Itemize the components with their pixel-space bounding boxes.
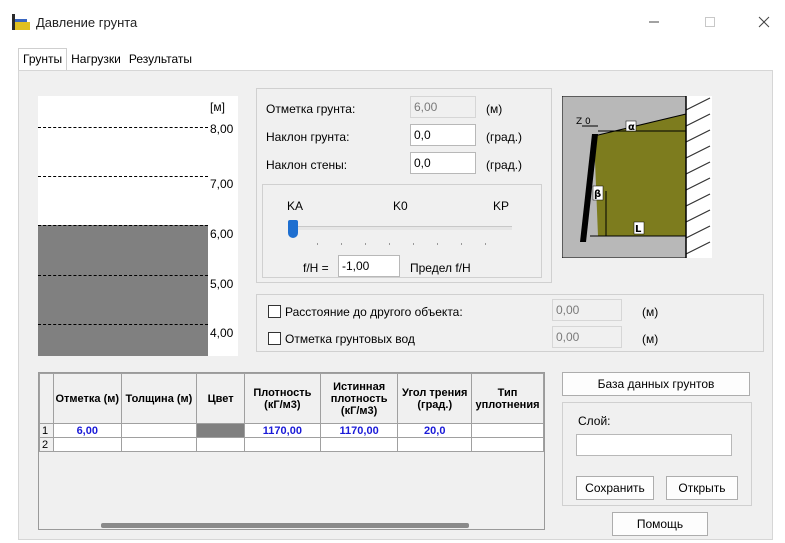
slider-tick [413, 243, 414, 245]
ground-slope-unit: (град.) [486, 130, 523, 144]
fh-label: f/H = [303, 261, 329, 275]
cell-friction[interactable] [397, 437, 473, 452]
ka-label: KA [287, 199, 304, 213]
open-button[interactable]: Открыть [666, 476, 738, 500]
kp-label: KP [493, 199, 510, 213]
level-line-4 [38, 324, 208, 325]
groundwater-unit: (м) [642, 332, 659, 346]
cell-density[interactable] [243, 437, 321, 452]
cell-friction[interactable]: 20,0 [397, 423, 473, 438]
window-title: Давление грунта [36, 15, 138, 30]
scale-label-7: 7,00 [210, 177, 234, 191]
distance-unit: (м) [642, 305, 659, 319]
row-number: 1 [39, 423, 54, 438]
wall-slope-field[interactable]: 0,0 [410, 152, 476, 174]
tab-soils[interactable]: Грунты [18, 48, 68, 70]
cell-true-density[interactable]: 1170,00 [319, 423, 399, 438]
layer-label: Слой: [578, 414, 611, 428]
ground-mark-label: Отметка грунта: [266, 102, 356, 116]
cell-true-density[interactable] [319, 437, 399, 452]
maximize-button[interactable] [698, 10, 722, 34]
slider-tick [365, 243, 366, 245]
scale-unit: [м] [210, 100, 225, 114]
table-row[interactable]: 2 [39, 437, 544, 452]
title-bar: Давление грунта [0, 0, 785, 44]
cell-compaction[interactable] [471, 437, 544, 452]
minimize-button[interactable] [642, 10, 666, 34]
tab-bar: Грунты Нагрузки Результаты [18, 48, 196, 70]
horizontal-scrollbar[interactable] [101, 523, 469, 528]
tab-results[interactable]: Результаты [125, 50, 196, 70]
scale-label-6: 6,00 [210, 227, 234, 241]
coefficient-slider-thumb[interactable] [288, 220, 298, 238]
level-line-8 [38, 127, 208, 128]
slider-tick [389, 243, 390, 245]
soil-section-chart: [м] 8,00 7,00 6,00 5,00 4,00 [38, 96, 238, 356]
close-icon [758, 16, 770, 28]
slider-tick [317, 243, 318, 245]
tab-loads[interactable]: Нагрузки [67, 50, 125, 70]
wall-slope-label: Наклон стены: [266, 158, 348, 172]
slider-tick [461, 243, 462, 245]
cell-compaction[interactable] [471, 423, 544, 438]
col-header-compaction[interactable]: Тип уплотнения [471, 373, 544, 424]
level-line-7 [38, 176, 208, 177]
ground-slope-field[interactable]: 0,0 [410, 124, 476, 146]
level-line-6 [38, 225, 208, 226]
cell-mark[interactable] [52, 437, 122, 452]
fh-limit-label: Предел f/H [410, 261, 471, 275]
cell-mark[interactable]: 6,00 [52, 423, 122, 438]
ground-mark-unit: (м) [486, 102, 503, 116]
slider-tick [341, 243, 342, 245]
slider-tick [485, 243, 486, 245]
alpha-label: α [628, 122, 635, 133]
col-header-mark[interactable]: Отметка (м) [52, 373, 122, 424]
row-number: 2 [39, 437, 54, 452]
cell-thickness[interactable] [120, 423, 198, 438]
help-button[interactable]: Помощь [612, 512, 708, 536]
coefficient-slider-track[interactable] [290, 226, 512, 230]
distance-field[interactable]: 0,00 [552, 299, 622, 321]
beta-label: β [594, 189, 601, 200]
cell-density[interactable]: 1170,00 [243, 423, 321, 438]
groundwater-checkbox[interactable] [268, 332, 281, 345]
distance-checkbox[interactable] [268, 305, 281, 318]
maximize-icon [705, 17, 715, 27]
level-line-5 [38, 275, 208, 276]
close-button[interactable] [752, 10, 776, 34]
col-header-density[interactable]: Плотность (кГ/м3) [243, 373, 321, 424]
soil-table[interactable]: Отметка (м) Толщина (м) Цвет Плотность (… [38, 372, 545, 530]
soil-database-button[interactable]: База данных грунтов [562, 372, 750, 396]
table-row[interactable]: 1 6,00 1170,00 1170,00 20,0 [39, 423, 544, 438]
layer-field[interactable] [576, 434, 732, 456]
groundwater-field[interactable]: 0,00 [552, 326, 622, 348]
wall-slope-unit: (град.) [486, 158, 523, 172]
col-header-thickness[interactable]: Толщина (м) [120, 373, 198, 424]
groundwater-label: Отметка грунтовых вод [285, 332, 415, 346]
ground-slope-label: Наклон грунта: [266, 130, 350, 144]
corner-cell [39, 373, 54, 424]
scale-label-4: 4,00 [210, 326, 234, 340]
z0-label: Z 0 [576, 117, 591, 127]
l-label: L [635, 224, 642, 235]
cell-color[interactable] [196, 437, 245, 452]
scale-label-8: 8,00 [210, 122, 234, 136]
col-header-true-density[interactable]: Истинная плотность (кГ/м3) [319, 373, 399, 424]
fh-field[interactable]: -1,00 [338, 255, 400, 277]
app-icon [12, 14, 30, 30]
ground-mark-field[interactable]: 6,00 [410, 96, 476, 118]
col-header-color[interactable]: Цвет [196, 373, 245, 424]
soil-layer-fill [38, 225, 208, 356]
col-header-friction[interactable]: Угол трения (град.) [397, 373, 473, 424]
minimize-icon [649, 21, 659, 23]
cell-color[interactable] [196, 423, 245, 438]
scale-label-5: 5,00 [210, 277, 234, 291]
wall-diagram: α β L Z 0 [562, 96, 712, 258]
cell-thickness[interactable] [120, 437, 198, 452]
slider-tick [437, 243, 438, 245]
k0-label: K0 [393, 199, 408, 213]
distance-label: Расстояние до другого объекта: [285, 305, 463, 319]
save-button[interactable]: Сохранить [576, 476, 654, 500]
